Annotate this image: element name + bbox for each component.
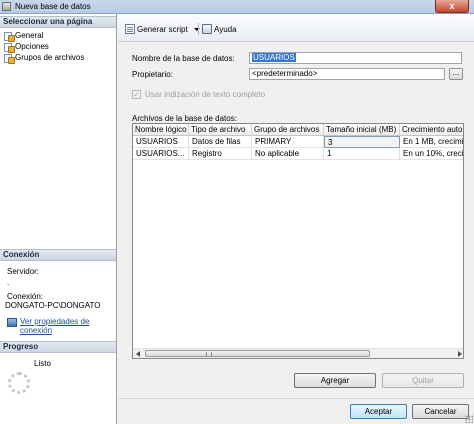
view-props-text[interactable]: Ver propiedades de conexión (20, 317, 112, 335)
view-connection-properties-link[interactable]: Ver propiedades de conexión (7, 317, 112, 335)
progress-status: Listo (34, 359, 51, 368)
table-cell[interactable]: USUARIOS... (133, 148, 189, 160)
nav-item-general[interactable]: General (4, 30, 44, 42)
owner-input[interactable]: <predeterminado> (249, 68, 445, 80)
app-icon (2, 2, 11, 11)
dialog-footer: Aceptar Cancelar (118, 398, 474, 424)
table-cell[interactable]: No aplicable (252, 148, 324, 160)
general-page: Nombre de la base de datos: USUARIOS Pro… (118, 43, 474, 398)
table-cell[interactable]: Datos de filas (189, 136, 252, 148)
progress-header: Progreso (0, 341, 116, 353)
scroll-left-icon[interactable] (136, 351, 140, 357)
connection-label: Conexión: (7, 292, 44, 301)
table-cell[interactable]: En 1 MB, crecimie (400, 136, 463, 148)
table-row[interactable]: USUARIOS... Registro No aplicable 1 En u… (133, 148, 463, 160)
generate-script-button[interactable]: Generar script (125, 23, 200, 35)
column-header[interactable]: Nombre lógico (133, 124, 189, 136)
owner-browse-button[interactable]: ... (449, 68, 463, 80)
page-icon (4, 42, 15, 53)
server-label: Servidor: (7, 267, 40, 276)
table-cell[interactable]: USUARIOS (133, 136, 189, 148)
title-bar: Nueva base de datos x (0, 0, 474, 14)
help-label: Ayuda (214, 24, 237, 34)
scrollbar-thumb[interactable] (145, 350, 370, 357)
table-cell[interactable]: 1 (324, 148, 400, 160)
toolbar: Generar script Ayuda (118, 14, 474, 42)
horizontal-scrollbar[interactable] (133, 348, 463, 358)
left-pane: Seleccionar una página General Opciones … (0, 14, 117, 424)
column-header[interactable]: Grupo de archivos (252, 124, 324, 136)
column-header[interactable]: Tipo de archivo (189, 124, 252, 136)
table-row[interactable]: USUARIOS Datos de filas PRIMARY 3 En 1 M… (133, 136, 463, 148)
nav-item-label: Grupos de archivos (15, 53, 85, 62)
connection-header: Conexión (0, 249, 116, 261)
page-icon (4, 31, 15, 42)
help-button[interactable]: Ayuda (202, 23, 237, 35)
files-label: Archivos de la base de datos: (132, 114, 237, 123)
nav-item-label: Opciones (15, 42, 49, 51)
ok-button[interactable]: Aceptar (350, 404, 407, 419)
script-icon (125, 24, 135, 34)
grip-icon (206, 352, 212, 356)
progress-spinner-icon (8, 372, 30, 394)
files-grid[interactable]: Nombre lógico Tipo de archivo Grupo de a… (132, 123, 464, 359)
nav-item-label: General (15, 31, 44, 40)
nav-item-opciones[interactable]: Opciones (4, 41, 49, 53)
server-value: . (7, 278, 10, 287)
db-name-value: USUARIOS (252, 53, 296, 62)
add-button[interactable]: Agregar (294, 373, 376, 388)
close-button[interactable]: x (435, 0, 469, 13)
select-page-header: Seleccionar una página (0, 16, 116, 28)
column-header[interactable]: Tamaño inicial (MB) (324, 124, 400, 136)
toolbar-separator (198, 23, 199, 35)
properties-icon (7, 318, 17, 327)
column-header[interactable]: Crecimiento autom (400, 124, 463, 136)
table-cell[interactable]: Registro (189, 148, 252, 160)
fulltext-label: Usar indización de texto completo (145, 90, 266, 99)
table-cell[interactable]: 3 (324, 136, 400, 148)
connection-value: DONGATO-PC\DONGATO (5, 301, 101, 310)
grid-header: Nombre lógico Tipo de archivo Grupo de a… (133, 124, 463, 136)
scroll-right-icon[interactable] (458, 351, 462, 357)
owner-label: Propietario: (132, 70, 173, 79)
resize-grip-icon[interactable] (465, 415, 473, 423)
window-title: Nueva base de datos (15, 2, 91, 11)
db-name-label: Nombre de la base de datos: (132, 54, 235, 63)
table-cell[interactable]: PRIMARY (252, 136, 324, 148)
table-cell[interactable]: En un 10%, crecim (400, 148, 463, 160)
nav-item-grupos[interactable]: Grupos de archivos (4, 52, 85, 64)
fulltext-checkbox[interactable]: ✓ (132, 90, 141, 99)
generate-script-label: Generar script (137, 24, 188, 34)
cancel-button[interactable]: Cancelar (412, 404, 469, 419)
page-icon (4, 53, 15, 64)
remove-button[interactable]: Quitar (382, 373, 464, 388)
help-icon (202, 24, 212, 34)
db-name-input[interactable]: USUARIOS (249, 52, 462, 64)
